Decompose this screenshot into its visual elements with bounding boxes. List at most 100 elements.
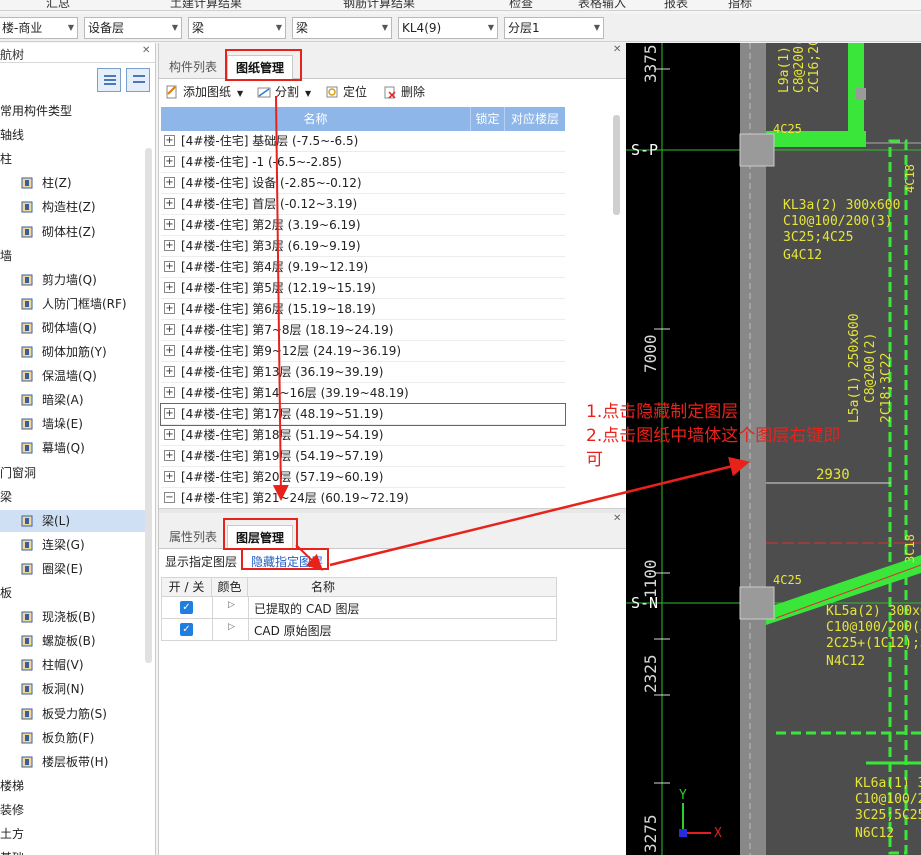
column-lock-header[interactable]: 锁定 bbox=[471, 107, 505, 131]
drawing-row[interactable]: + [4#楼-住宅] 第2层 (3.19~6.19) bbox=[161, 215, 565, 236]
tree-item[interactable]: 螺旋板(B) bbox=[0, 630, 145, 652]
tree-item[interactable]: 板洞(N) bbox=[0, 678, 145, 700]
drawing-row[interactable]: + [4#楼-住宅] 首层 (-0.12~3.19) bbox=[161, 194, 565, 215]
tree-item[interactable]: 墙垛(E) bbox=[0, 413, 145, 435]
drawing-row[interactable]: + [4#楼-住宅] 第3层 (6.19~9.19) bbox=[161, 236, 565, 257]
tree-item[interactable]: 砌体加筋(Y) bbox=[0, 341, 145, 363]
tree-category[interactable]: 轴线 bbox=[0, 124, 145, 146]
layer-row[interactable]: ✓ ▷ 已提取的 CAD 图层 bbox=[161, 597, 557, 619]
menu-item-rebar-result[interactable]: 钢筋计算结果 bbox=[343, 0, 415, 10]
drawing-row[interactable]: − [4#楼-住宅] 第21~24层 (60.19~72.19) bbox=[161, 488, 565, 509]
collapse-icon[interactable]: − bbox=[164, 492, 175, 503]
list-view-button[interactable] bbox=[97, 68, 121, 92]
expand-icon[interactable]: + bbox=[164, 450, 175, 461]
tree-item[interactable]: 人防门框墙(RF) bbox=[0, 293, 145, 315]
tree-item[interactable]: 板负筋(F) bbox=[0, 727, 145, 749]
drawing-row[interactable]: + [4#楼-住宅] 第9~12层 (24.19~36.19) bbox=[161, 341, 565, 362]
tree-item[interactable]: 剪力墙(Q) bbox=[0, 269, 145, 291]
expand-icon[interactable]: + bbox=[164, 345, 175, 356]
drawing-row[interactable]: + [4#楼-住宅] 第17层 (48.19~51.19) bbox=[160, 403, 566, 426]
tree-category[interactable]: 土方 bbox=[0, 823, 145, 845]
tree-category[interactable]: 墙 bbox=[0, 245, 145, 267]
tree-item[interactable]: 连梁(G) bbox=[0, 534, 145, 556]
add-drawing-button[interactable]: 添加图纸 ▼ bbox=[165, 83, 243, 101]
tree-item[interactable]: 保温墙(Q) bbox=[0, 365, 145, 387]
tree-category[interactable]: 板 bbox=[0, 582, 145, 604]
column-layer-name-header[interactable]: 名称 bbox=[248, 578, 398, 596]
expand-icon[interactable]: + bbox=[164, 219, 175, 230]
tree-item[interactable]: 幕墙(Q) bbox=[0, 437, 145, 459]
tree-item[interactable]: 楼层板带(H) bbox=[0, 751, 145, 773]
split-button[interactable]: 分割 ▼ bbox=[257, 83, 311, 101]
expand-icon[interactable]: + bbox=[164, 282, 175, 293]
tree-scrollbar[interactable] bbox=[145, 148, 152, 663]
layer-row[interactable]: ✓ ▷ CAD 原始图层 bbox=[161, 619, 557, 641]
tree-item[interactable]: 砌体墙(Q) bbox=[0, 317, 145, 339]
delete-button[interactable]: 删除 bbox=[383, 83, 425, 101]
expand-icon[interactable]: + bbox=[164, 240, 175, 251]
expand-icon[interactable]: + bbox=[164, 156, 175, 167]
menu-item-table-input[interactable]: 表格输入 bbox=[578, 0, 626, 10]
column-floor-header[interactable]: 对应楼层 bbox=[505, 107, 565, 131]
drawing-row[interactable]: + [4#楼-住宅] 第18层 (51.19~54.19) bbox=[161, 425, 565, 446]
column-onoff-header[interactable]: 开 / 关 bbox=[162, 578, 212, 596]
tab-layer-management[interactable]: 图层管理 bbox=[227, 525, 294, 549]
expand-icon[interactable]: + bbox=[164, 408, 175, 419]
tab-drawing-management[interactable]: 图纸管理 bbox=[227, 55, 294, 79]
tree-item[interactable]: 梁(L) bbox=[0, 509, 145, 532]
drawing-row[interactable]: + [4#楼-住宅] -1 (-6.5~-2.85) bbox=[161, 152, 565, 173]
show-specified-layer-option[interactable]: 显示指定图层 bbox=[165, 553, 237, 570]
layer-visibility-checkbox[interactable]: ✓ bbox=[180, 601, 193, 614]
type-select[interactable]: 梁 ▼ bbox=[188, 17, 286, 39]
floor-select[interactable]: 设备层 ▼ bbox=[84, 17, 182, 39]
drawing-row[interactable]: + [4#楼-住宅] 第19层 (54.19~57.19) bbox=[161, 446, 565, 467]
expand-icon[interactable]: + bbox=[164, 387, 175, 398]
tree-category[interactable]: 常用构件类型 bbox=[0, 100, 145, 122]
expand-icon[interactable]: + bbox=[164, 303, 175, 314]
member-select[interactable]: KL4(9) ▼ bbox=[398, 17, 498, 39]
tree-item[interactable]: 砌体柱(Z) bbox=[0, 221, 145, 243]
tab-property-list[interactable]: 属性列表 bbox=[161, 525, 225, 549]
expand-triangle-icon[interactable]: ▷ bbox=[228, 600, 235, 610]
building-select[interactable]: 楼-商业 ▼ bbox=[0, 17, 78, 39]
expand-icon[interactable]: + bbox=[164, 366, 175, 377]
drawing-row[interactable]: + [4#楼-住宅] 第14~16层 (39.19~48.19) bbox=[161, 383, 565, 404]
hide-specified-layer-option[interactable]: 隐藏指定图层 bbox=[251, 553, 323, 570]
menu-item-check[interactable]: 检查 bbox=[509, 0, 533, 10]
expand-icon[interactable]: + bbox=[164, 324, 175, 335]
tree-category[interactable]: 柱 bbox=[0, 148, 145, 170]
tree-item[interactable]: 暗梁(A) bbox=[0, 389, 145, 411]
menu-item-indicator[interactable]: 指标 bbox=[728, 0, 752, 10]
tree-item[interactable]: 圈梁(E) bbox=[0, 558, 145, 580]
tree-category[interactable]: 楼梯 bbox=[0, 775, 145, 797]
tree-category[interactable]: 门窗洞 bbox=[0, 462, 145, 484]
expand-icon[interactable]: + bbox=[164, 135, 175, 146]
layer-visibility-checkbox[interactable]: ✓ bbox=[180, 623, 193, 636]
tree-item[interactable]: 柱帽(V) bbox=[0, 654, 145, 676]
tree-category[interactable]: 梁 bbox=[0, 486, 145, 508]
expand-icon[interactable]: + bbox=[164, 177, 175, 188]
close-icon[interactable]: ✕ bbox=[142, 45, 150, 56]
expand-icon[interactable]: + bbox=[164, 471, 175, 482]
locate-button[interactable]: 定位 bbox=[325, 83, 367, 101]
tree-item[interactable]: 构造柱(Z) bbox=[0, 196, 145, 218]
subtype-select[interactable]: 梁 ▼ bbox=[292, 17, 392, 39]
expand-icon[interactable]: + bbox=[164, 429, 175, 440]
drawing-row[interactable]: + [4#楼-住宅] 第20层 (57.19~60.19) bbox=[161, 467, 565, 488]
menu-item-report[interactable]: 报表 bbox=[664, 0, 688, 10]
tree-item[interactable]: 板受力筋(S) bbox=[0, 703, 145, 725]
drawing-row[interactable]: + [4#楼-住宅] 第4层 (9.19~12.19) bbox=[161, 257, 565, 278]
expand-triangle-icon[interactable]: ▷ bbox=[228, 622, 235, 632]
drawing-row[interactable]: + [4#楼-住宅] 第7~8层 (18.19~24.19) bbox=[161, 320, 565, 341]
drawing-table-scrollbar[interactable] bbox=[613, 115, 620, 215]
drawing-row[interactable]: + [4#楼-住宅] 第5层 (12.19~15.19) bbox=[161, 278, 565, 299]
tree-item[interactable]: 柱(Z) bbox=[0, 172, 145, 194]
column-color-header[interactable]: 颜色 bbox=[212, 578, 248, 596]
expand-icon[interactable]: + bbox=[164, 198, 175, 209]
tree-category[interactable]: 装修 bbox=[0, 799, 145, 821]
expand-icon[interactable]: + bbox=[164, 261, 175, 272]
drawing-row[interactable]: + [4#楼-住宅] 基础层 (-7.5~-6.5) bbox=[161, 131, 565, 152]
drawing-row[interactable]: + [4#楼-住宅] 第13层 (36.19~39.19) bbox=[161, 362, 565, 383]
drawing-row[interactable]: + [4#楼-住宅] 第6层 (15.19~18.19) bbox=[161, 299, 565, 320]
tree-item[interactable]: 现浇板(B) bbox=[0, 606, 145, 628]
